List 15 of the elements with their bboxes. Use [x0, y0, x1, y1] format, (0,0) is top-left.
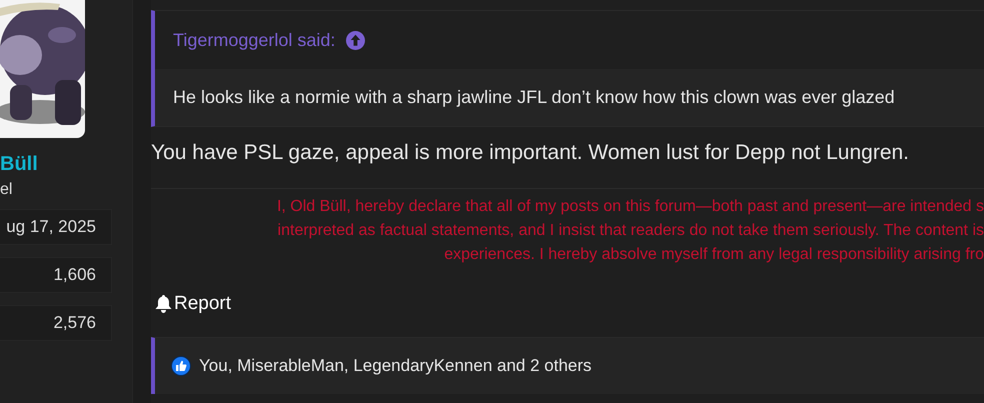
- user-title: el: [0, 180, 14, 200]
- user-name[interactable]: Büll: [0, 152, 85, 176]
- arrow-up-icon[interactable]: [346, 30, 366, 50]
- stat-value: 2,576: [0, 305, 112, 341]
- post-text: You have PSL gaze, appeal is more important. Women lust for Depp not Lungren.: [151, 127, 984, 189]
- thumbs-up-icon[interactable]: [171, 356, 191, 376]
- bell-icon: [155, 295, 172, 313]
- report-link[interactable]: Report: [155, 293, 232, 315]
- quote-text: He looks like a normie with a sharp jawline JFL don’t know how this clown was ever glazed: [173, 87, 895, 108]
- signature-line: experiences. I hereby absolve myself from any legal responsibility arising fro: [444, 245, 984, 265]
- signature-line: I, Old Büll, hereby declare that all of my posts on this forum—both past and present—are intended s: [276, 197, 984, 217]
- signature-line: interpreted as factual statements, and I insist that readers do not take them seriously. The content is: [278, 221, 984, 241]
- stat-value: ug 17, 2025: [0, 209, 112, 245]
- reaction-list[interactable]: You, MiserableMan, LegendaryKennen and 2 others: [199, 356, 592, 376]
- stat-value: 1,606: [0, 257, 112, 293]
